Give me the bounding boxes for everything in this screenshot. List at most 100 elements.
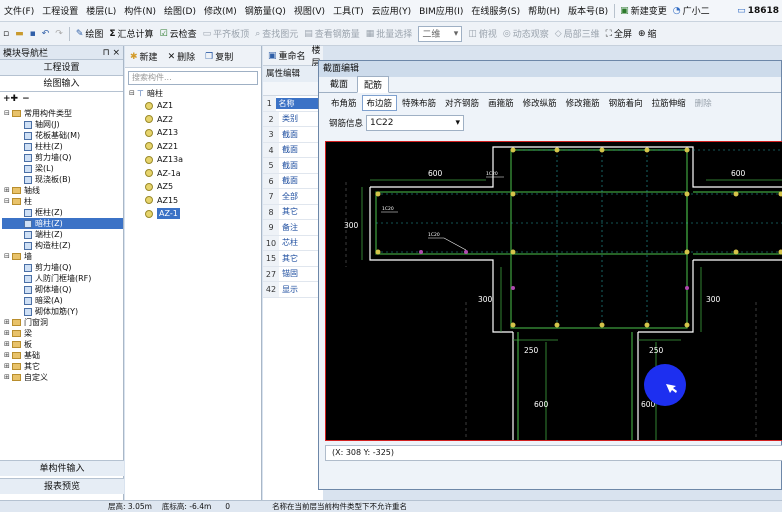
section-canvas[interactable]: 600 600 300 300 300 250 250 600 600 1C20…: [325, 141, 782, 441]
tab-reinforcement[interactable]: 配筋: [357, 76, 390, 93]
menu-modify[interactable]: 修改(M): [200, 4, 241, 17]
single-component-input-tab[interactable]: 单构件输入: [0, 460, 124, 476]
pin-close-icons[interactable]: ⊓ ×: [103, 48, 120, 58]
tree-node[interactable]: 人防门框墙(RF): [2, 273, 123, 284]
collapse-icon[interactable]: ⊟: [4, 108, 12, 119]
property-row[interactable]: 3 截面: [263, 127, 323, 143]
find-element-button[interactable]: ⌕ 查找图元: [252, 27, 301, 41]
tool-corner-rebar[interactable]: 布角筋: [327, 96, 361, 110]
tool-tie-stretch[interactable]: 拉筋伸缩: [648, 96, 690, 110]
menu-draw[interactable]: 绘图(D): [160, 4, 200, 17]
tool-modify-stirrup[interactable]: 修改箍筋: [562, 96, 604, 110]
tree-node[interactable]: ⊞ 轴线: [2, 185, 123, 196]
tree-node[interactable]: 花板基础(M): [2, 130, 123, 141]
overlook-button[interactable]: ◫ 俯视: [465, 27, 500, 41]
property-row[interactable]: 6 截面: [263, 173, 323, 189]
tree-node[interactable]: 柱柱(Z): [2, 141, 123, 152]
tree-node[interactable]: ⊞ 基础: [2, 350, 123, 361]
tool-align-rebar[interactable]: 对齐钢筋: [441, 96, 483, 110]
copy-component-button[interactable]: ❐ 复制: [202, 50, 236, 64]
menu-floor[interactable]: 楼层(L): [82, 4, 120, 17]
tree-node[interactable]: 暗柱(Z): [2, 218, 123, 229]
component-item[interactable]: AZ15: [129, 194, 261, 208]
property-row[interactable]: 15 其它: [263, 251, 323, 267]
tree-node[interactable]: 梁(L): [2, 163, 123, 174]
property-row[interactable]: 8 其它: [263, 204, 323, 220]
tree-node[interactable]: 砌体加筋(Y): [2, 306, 123, 317]
tab-project-settings[interactable]: 工程设置: [0, 60, 123, 76]
property-row[interactable]: 42 显示: [263, 282, 323, 298]
tree-node[interactable]: 轴网(J): [2, 119, 123, 130]
component-search-input[interactable]: 搜索构件...: [128, 71, 258, 85]
view-mode-combo[interactable]: 二维 ▾: [415, 25, 465, 42]
new-change-button[interactable]: ▣ 新建变更: [617, 4, 670, 18]
view-mode-select[interactable]: 二维 ▾: [418, 25, 463, 42]
tool-edge-rebar[interactable]: 布边筋: [361, 95, 398, 111]
menu-cloud[interactable]: 云应用(Y): [368, 4, 416, 17]
cloud-check-button[interactable]: ☑ 云检查: [157, 27, 200, 41]
tree-node[interactable]: ⊞ 板: [2, 339, 123, 350]
component-item[interactable]: AZ13: [129, 126, 261, 140]
flat-board-button[interactable]: ▭ 平齐板顶: [200, 27, 253, 41]
expand-icon[interactable]: ⊞: [4, 317, 12, 328]
tool-draw-stirrup[interactable]: 画箍筋: [484, 96, 518, 110]
tool-special-rebar[interactable]: 特殊布筋: [398, 96, 440, 110]
expand-icon[interactable]: ⊞: [4, 372, 12, 383]
collapse-all-icon[interactable]: −: [22, 94, 30, 104]
tab-section[interactable]: 截面: [323, 75, 355, 92]
tree-node[interactable]: ⊞ 其它: [2, 361, 123, 372]
open-file-icon[interactable]: ▬: [12, 29, 27, 39]
expand-icon[interactable]: ⊞: [4, 328, 12, 339]
component-item[interactable]: AZ1: [129, 99, 261, 113]
collapse-icon[interactable]: ⊟: [129, 88, 137, 99]
redo-icon[interactable]: ↷: [52, 29, 66, 39]
report-preview-tab[interactable]: 报表预览: [0, 478, 124, 494]
expand-icon[interactable]: ⊞: [4, 339, 12, 350]
undo-icon[interactable]: ↶: [39, 29, 53, 39]
collapse-icon[interactable]: ⊟: [4, 196, 12, 207]
expand-all-icon[interactable]: +✚: [3, 94, 18, 104]
menu-version[interactable]: 版本号(B): [564, 4, 612, 17]
tree-node[interactable]: 端柱(Z): [2, 229, 123, 240]
tab-drawing-input[interactable]: 绘图输入: [0, 76, 123, 92]
save-icon[interactable]: ▪: [27, 29, 39, 39]
view-rebar-button[interactable]: ▤ 查看钢筋量: [301, 27, 363, 41]
tree-node[interactable]: 剪力墙(Q): [2, 152, 123, 163]
property-row[interactable]: 10 芯柱: [263, 235, 323, 251]
property-row[interactable]: 9 备注: [263, 220, 323, 236]
component-item[interactable]: AZ5: [129, 180, 261, 194]
new-component-button[interactable]: ✱ 新建: [127, 50, 161, 64]
section-drawing[interactable]: 600 600 300 300 300 250 250 600 600 1C20…: [326, 142, 782, 441]
tree-node[interactable]: ⊟ 柱: [2, 196, 123, 207]
batch-select-button[interactable]: ▦ 批量选择: [363, 27, 416, 41]
tree-root-dark-column[interactable]: ⊟ ⊤ 暗柱: [129, 88, 261, 99]
tree-node[interactable]: 框柱(Z): [2, 207, 123, 218]
fullscreen-button[interactable]: ⛶ 全屏: [603, 27, 635, 41]
tree-node[interactable]: ⊟ 墙: [2, 251, 123, 262]
component-item[interactable]: AZ-1: [129, 207, 261, 221]
collapse-icon[interactable]: ⊟: [4, 251, 12, 262]
tree-node[interactable]: 构造柱(Z): [2, 240, 123, 251]
menu-rebar[interactable]: 钢筋量(Q): [241, 4, 290, 17]
assistant-button[interactable]: ◔ 广小二: [670, 4, 713, 18]
expand-icon[interactable]: ⊞: [4, 361, 12, 372]
menu-view[interactable]: 视图(V): [290, 4, 329, 17]
new-file-icon[interactable]: ▫: [0, 29, 12, 39]
tree-node[interactable]: ⊞ 门窗洞: [2, 317, 123, 328]
menu-project[interactable]: 工程设置: [38, 4, 82, 17]
tool-rebar-direction[interactable]: 钢筋着向: [605, 96, 647, 110]
draw-button[interactable]: ✎ 绘图: [73, 27, 107, 41]
dynamic-view-button[interactable]: ◎ 动态观察: [500, 27, 552, 41]
menu-tools[interactable]: 工具(T): [329, 4, 368, 17]
menu-help[interactable]: 帮助(H): [524, 4, 564, 17]
tree-node[interactable]: 暗梁(A): [2, 295, 123, 306]
expand-icon[interactable]: ⊞: [4, 185, 12, 196]
menu-bim[interactable]: BIM应用(I): [415, 4, 467, 17]
tree-node[interactable]: 现浇板(B): [2, 174, 123, 185]
menu-online[interactable]: 在线服务(S): [467, 4, 524, 17]
property-row[interactable]: 4 截面: [263, 142, 323, 158]
menu-component[interactable]: 构件(N): [120, 4, 160, 17]
property-row[interactable]: 27 锚固: [263, 266, 323, 282]
component-item[interactable]: AZ-1a: [129, 167, 261, 181]
tree-node[interactable]: ⊞ 梁: [2, 328, 123, 339]
